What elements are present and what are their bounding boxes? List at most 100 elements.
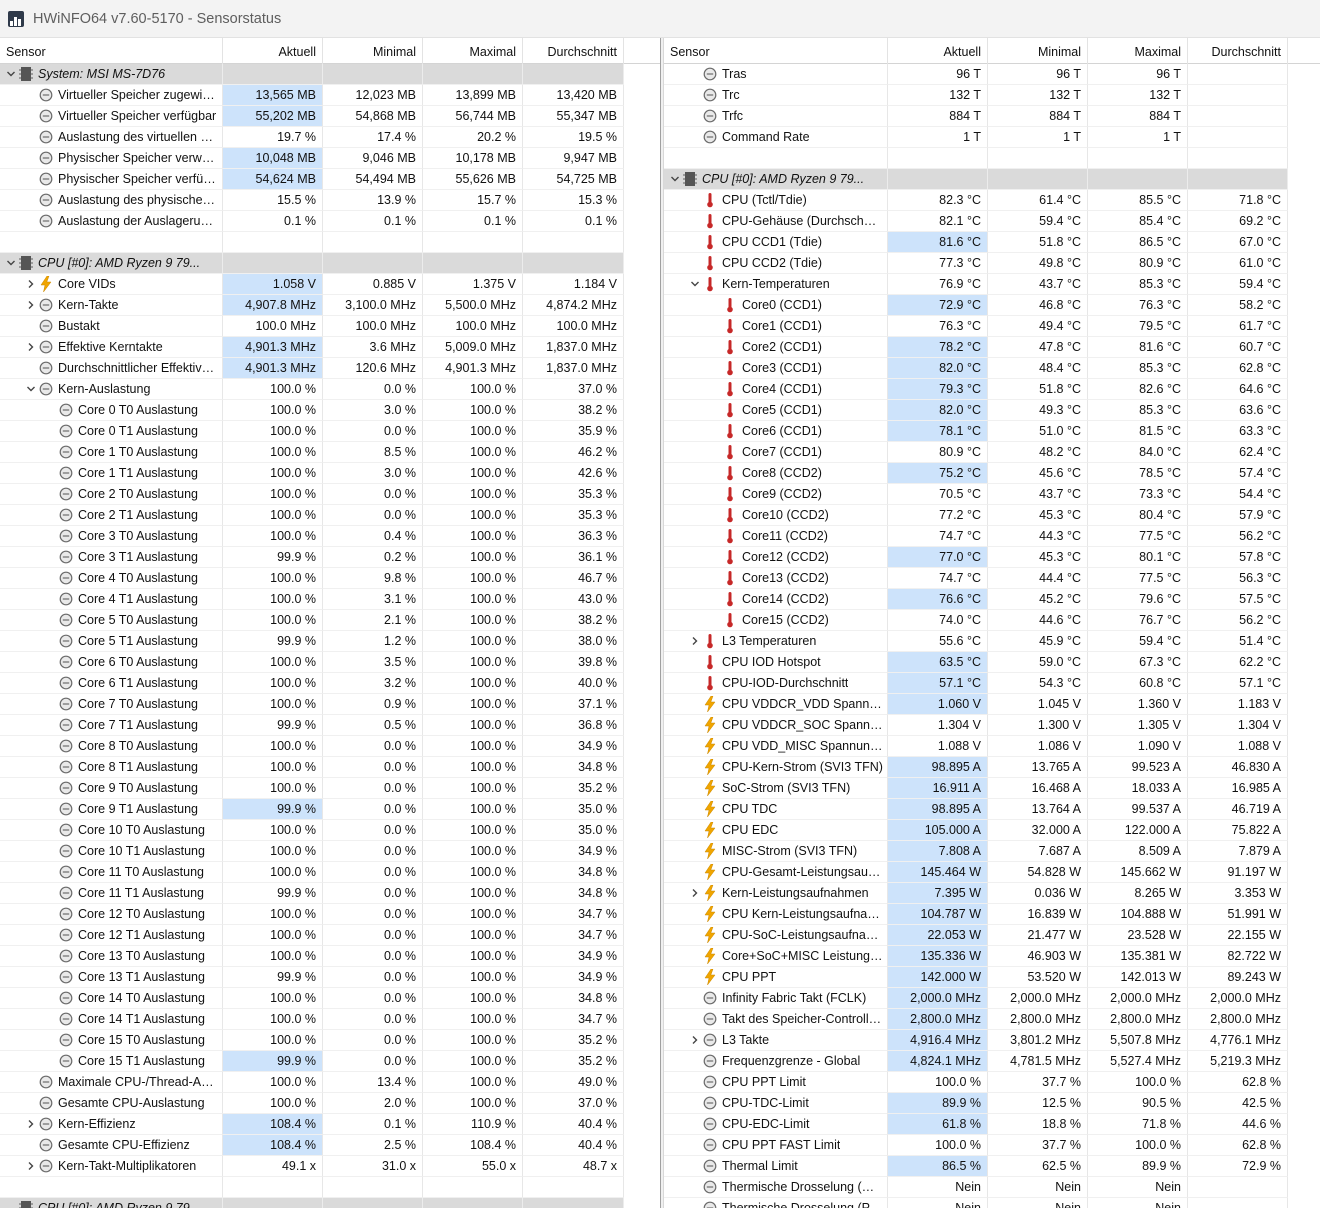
sensor-row[interactable]: Core 4 T1 Auslastung 100.0 % 3.1 % 100.0 % 4… bbox=[0, 589, 660, 610]
sensor-row[interactable]: Core 1 T0 Auslastung 100.0 % 8.5 % 100.0 % 4… bbox=[0, 442, 660, 463]
sensor-row[interactable]: L3 Takte 4,916.4 MHz 3,801.2 MHz 5,507.8 MH… bbox=[664, 1030, 1320, 1051]
expand-chevron-icon[interactable] bbox=[24, 1114, 38, 1134]
sensor-row[interactable]: Core 15 T0 Auslastung 100.0 % 0.0 % 100.0 %… bbox=[0, 1030, 660, 1051]
sensor-row[interactable]: Kern-Effizienz 108.4 % 0.1 % 110.9 % 40.4 % bbox=[0, 1114, 660, 1135]
sensor-row[interactable]: CPU PPT 142.000 W 53.520 W 142.013 W 89.243 … bbox=[664, 967, 1320, 988]
sensor-row[interactable]: CPU-Kern-Strom (SVI3 TFN) 98.895 A 13.765 … bbox=[664, 757, 1320, 778]
sensor-row[interactable]: Core 8 T0 Auslastung 100.0 % 0.0 % 100.0 % 3… bbox=[0, 736, 660, 757]
sensor-row[interactable]: Kern-Temperaturen 76.9 °C 43.7 °C 85.3 °C 59… bbox=[664, 274, 1320, 295]
sensor-row[interactable]: Core 14 T0 Auslastung 100.0 % 0.0 % 100.0 %… bbox=[0, 988, 660, 1009]
sensor-row[interactable]: Core 7 T0 Auslastung 100.0 % 0.9 % 100.0 % 3… bbox=[0, 694, 660, 715]
sensor-row[interactable]: Core 14 T1 Auslastung 100.0 % 0.0 % 100.0 %… bbox=[0, 1009, 660, 1030]
sensor-row[interactable]: Core 0 T0 Auslastung 100.0 % 3.0 % 100.0 % 3… bbox=[0, 400, 660, 421]
sensor-row[interactable]: Core 8 T1 Auslastung 100.0 % 0.0 % 100.0 % 3… bbox=[0, 757, 660, 778]
sensor-row[interactable]: Kern-Leistungsaufnahmen 7.395 W 0.036 W 8.2… bbox=[664, 883, 1320, 904]
sensor-group-row[interactable]: CPU [#0]: AMD Ryzen 9 79... bbox=[664, 169, 1320, 190]
sensor-row[interactable]: Core+SoC+MISC Leistungsa... 135.336 W 46.9… bbox=[664, 946, 1320, 967]
sensor-row[interactable]: Core 2 T1 Auslastung 100.0 % 0.0 % 100.0 % 3… bbox=[0, 505, 660, 526]
sensor-row[interactable]: Core 0 T1 Auslastung 100.0 % 0.0 % 100.0 % 3… bbox=[0, 421, 660, 442]
sensor-row[interactable]: Core9 (CCD2) 70.5 °C 43.7 °C 73.3 °C 54.4 °C bbox=[664, 484, 1320, 505]
expand-chevron-icon[interactable] bbox=[688, 631, 702, 651]
sensor-row[interactable]: Core 6 T0 Auslastung 100.0 % 3.5 % 100.0 % 3… bbox=[0, 652, 660, 673]
expand-chevron-icon[interactable] bbox=[24, 274, 38, 294]
expand-chevron-icon[interactable] bbox=[24, 337, 38, 357]
sensor-row[interactable]: Core VIDs 1.058 V 0.885 V 1.375 V 1.184 V bbox=[0, 274, 660, 295]
collapse-chevron-icon[interactable] bbox=[668, 169, 682, 189]
collapse-chevron-icon[interactable] bbox=[688, 274, 702, 294]
sensor-row[interactable]: Virtueller Speicher verfügbar 55,202 MB 54… bbox=[0, 106, 660, 127]
sensor-row[interactable]: Core 4 T0 Auslastung 100.0 % 9.8 % 100.0 % 4… bbox=[0, 568, 660, 589]
sensor-row[interactable]: CPU TDC 98.895 A 13.764 A 99.537 A 46.719 A bbox=[664, 799, 1320, 820]
sensor-row[interactable]: CPU EDC 105.000 A 32.000 A 122.000 A 75.822 … bbox=[664, 820, 1320, 841]
sensor-row[interactable]: Thermische Drosselung (PR... Nein Nein Nein bbox=[664, 1198, 1320, 1208]
sensor-row[interactable]: Virtueller Speicher zugewie... 13,565 MB 1… bbox=[0, 85, 660, 106]
sensor-row[interactable]: Core10 (CCD2) 77.2 °C 45.3 °C 80.4 °C 57.9 °… bbox=[664, 505, 1320, 526]
col-header-max[interactable]: Maximal bbox=[423, 38, 523, 64]
sensor-row[interactable]: Core 3 T1 Auslastung 99.9 % 0.2 % 100.0 % 36… bbox=[0, 547, 660, 568]
sensor-row[interactable]: Core 3 T0 Auslastung 100.0 % 0.4 % 100.0 % 3… bbox=[0, 526, 660, 547]
sensor-group-row[interactable]: CPU [#0]: AMD Ryzen 9 79... bbox=[0, 253, 660, 274]
col-header-sensor[interactable]: Sensor bbox=[664, 38, 888, 64]
sensor-row[interactable]: Core0 (CCD1) 72.9 °C 46.8 °C 76.3 °C 58.2 °C bbox=[664, 295, 1320, 316]
sensor-row[interactable]: Core 9 T0 Auslastung 100.0 % 0.0 % 100.0 % 3… bbox=[0, 778, 660, 799]
sensor-row[interactable]: Core 7 T1 Auslastung 99.9 % 0.5 % 100.0 % 36… bbox=[0, 715, 660, 736]
sensor-row[interactable]: Durchschnittlicher Effektiver... 4,901.3 … bbox=[0, 358, 660, 379]
sensor-row[interactable]: Command Rate 1 T1 T1 T bbox=[664, 127, 1320, 148]
sensor-row[interactable]: Core 12 T1 Auslastung 100.0 % 0.0 % 100.0 %… bbox=[0, 925, 660, 946]
sensor-row[interactable]: Core1 (CCD1) 76.3 °C 49.4 °C 79.5 °C 61.7 °C bbox=[664, 316, 1320, 337]
sensor-row[interactable]: Core 10 T0 Auslastung 100.0 % 0.0 % 100.0 %… bbox=[0, 820, 660, 841]
sensor-row[interactable]: CPU IOD Hotspot 63.5 °C 59.0 °C 67.3 °C 62.2… bbox=[664, 652, 1320, 673]
expand-chevron-icon[interactable] bbox=[688, 1030, 702, 1050]
sensor-row[interactable]: Infinity Fabric Takt (FCLK) 2,000.0 MHz 2,… bbox=[664, 988, 1320, 1009]
sensor-row[interactable]: CPU (Tctl/Tdie) 82.3 °C 61.4 °C 85.5 °C 71.8… bbox=[664, 190, 1320, 211]
sensor-row[interactable]: SoC-Strom (SVI3 TFN) 16.911 A 16.468 A 18.0… bbox=[664, 778, 1320, 799]
sensor-row[interactable]: CPU-Gesamt-Leistungsaufna... 145.464 W 54.… bbox=[664, 862, 1320, 883]
sensor-row[interactable]: Core 10 T1 Auslastung 100.0 % 0.0 % 100.0 %… bbox=[0, 841, 660, 862]
col-header-avg[interactable]: Durchschnitt bbox=[523, 38, 624, 64]
sensor-row[interactable]: Core7 (CCD1) 80.9 °C 48.2 °C 84.0 °C 62.4 °C bbox=[664, 442, 1320, 463]
sensor-row[interactable]: Core 1 T1 Auslastung 100.0 % 3.0 % 100.0 % 4… bbox=[0, 463, 660, 484]
col-header-max[interactable]: Maximal bbox=[1088, 38, 1188, 64]
sensor-row[interactable]: Gesamte CPU-Effizienz 108.4 % 2.5 % 108.4 %… bbox=[0, 1135, 660, 1156]
collapse-chevron-icon[interactable] bbox=[4, 253, 18, 273]
sensor-row[interactable]: Core6 (CCD1) 78.1 °C 51.0 °C 81.5 °C 63.3 °C bbox=[664, 421, 1320, 442]
sensor-row[interactable]: Core11 (CCD2) 74.7 °C 44.3 °C 77.5 °C 56.2 °… bbox=[664, 526, 1320, 547]
sensor-row[interactable]: Auslastung des virtuellen Sp... 19.7 % 17.… bbox=[0, 127, 660, 148]
sensor-row[interactable]: Gesamte CPU-Auslastung 100.0 % 2.0 % 100.0 … bbox=[0, 1093, 660, 1114]
sensor-row[interactable]: CPU VDDCR_VDD Spannung... 1.060 V 1.045 V1… bbox=[664, 694, 1320, 715]
sensor-row[interactable]: Core 5 T0 Auslastung 100.0 % 2.1 % 100.0 % 3… bbox=[0, 610, 660, 631]
sensor-group-row[interactable]: System: MSI MS-7D76 bbox=[0, 64, 660, 85]
col-header-sensor[interactable]: Sensor bbox=[0, 38, 223, 64]
sensor-row[interactable]: CPU PPT FAST Limit 100.0 % 37.7 % 100.0 % 62… bbox=[664, 1135, 1320, 1156]
sensor-row[interactable]: Takt des Speicher-Controlle... 2,800.0 MH… bbox=[664, 1009, 1320, 1030]
sensor-row[interactable]: CPU VDDCR_SOC Spannung...1.304 V1.300 V1… bbox=[664, 715, 1320, 736]
sensor-row[interactable]: Core12 (CCD2) 77.0 °C 45.3 °C 80.1 °C 57.8 °… bbox=[664, 547, 1320, 568]
sensor-row[interactable]: Core 15 T1 Auslastung 99.9 % 0.0 % 100.0 % 3… bbox=[0, 1051, 660, 1072]
sensor-row[interactable]: Core 13 T0 Auslastung 100.0 % 0.0 % 100.0 %… bbox=[0, 946, 660, 967]
sensor-row[interactable]: Effektive Kerntakte 4,901.3 MHz 3.6 MHz 5,0… bbox=[0, 337, 660, 358]
sensor-group-row[interactable]: CPU [#0]: AMD Ryzen 9 79... bbox=[0, 1198, 660, 1208]
sensor-row[interactable]: MISC-Strom (SVI3 TFN) 7.808 A 7.687 A 8.509… bbox=[664, 841, 1320, 862]
sensor-row[interactable]: Physischer Speicher verfügbar 54,624 MB 54… bbox=[0, 169, 660, 190]
sensor-row[interactable]: Core 11 T0 Auslastung 100.0 % 0.0 % 100.0 %… bbox=[0, 862, 660, 883]
sensor-row[interactable]: Core 11 T1 Auslastung 99.9 % 0.0 % 100.0 % 3… bbox=[0, 883, 660, 904]
collapse-chevron-icon[interactable] bbox=[4, 64, 18, 84]
sensor-row[interactable]: Kern-Takte 4,907.8 MHz 3,100.0 MHz 5,500.0 … bbox=[0, 295, 660, 316]
sensor-row[interactable]: Trc 132 T 132 T 132 T bbox=[664, 85, 1320, 106]
expand-chevron-icon[interactable] bbox=[688, 883, 702, 903]
sensor-row[interactable]: Thermal Limit 86.5 % 62.5 % 89.9 % 72.9 % bbox=[664, 1156, 1320, 1177]
sensor-row[interactable]: Core3 (CCD1) 82.0 °C 48.4 °C 85.3 °C 62.8 °C bbox=[664, 358, 1320, 379]
sensor-row[interactable]: Core2 (CCD1) 78.2 °C 47.8 °C 81.6 °C 60.7 °C bbox=[664, 337, 1320, 358]
sensor-row[interactable]: CPU PPT Limit 100.0 % 37.7 % 100.0 % 62.8 % bbox=[664, 1072, 1320, 1093]
sensor-row[interactable]: Core15 (CCD2) 74.0 °C 44.6 °C 76.7 °C 56.2 °… bbox=[664, 610, 1320, 631]
sensor-row[interactable]: L3 Temperaturen 55.6 °C 45.9 °C 59.4 °C 51.4… bbox=[664, 631, 1320, 652]
sensor-row[interactable]: Core 12 T0 Auslastung 100.0 % 0.0 % 100.0 %… bbox=[0, 904, 660, 925]
sensor-row[interactable]: Core 13 T1 Auslastung 99.9 % 0.0 % 100.0 % 3… bbox=[0, 967, 660, 988]
sensor-row[interactable]: CPU CCD2 (Tdie) 77.3 °C 49.8 °C 80.9 °C 61.0… bbox=[664, 253, 1320, 274]
sensor-row[interactable]: Core 2 T0 Auslastung 100.0 % 0.0 % 100.0 % 3… bbox=[0, 484, 660, 505]
expand-chevron-icon[interactable] bbox=[24, 295, 38, 315]
sensor-row[interactable]: Physischer Speicher verwen... 10,048 MB 9,… bbox=[0, 148, 660, 169]
collapse-chevron-icon[interactable] bbox=[24, 379, 38, 399]
col-header-current[interactable]: Aktuell bbox=[888, 38, 988, 64]
col-header-avg[interactable]: Durchschnitt bbox=[1188, 38, 1288, 64]
